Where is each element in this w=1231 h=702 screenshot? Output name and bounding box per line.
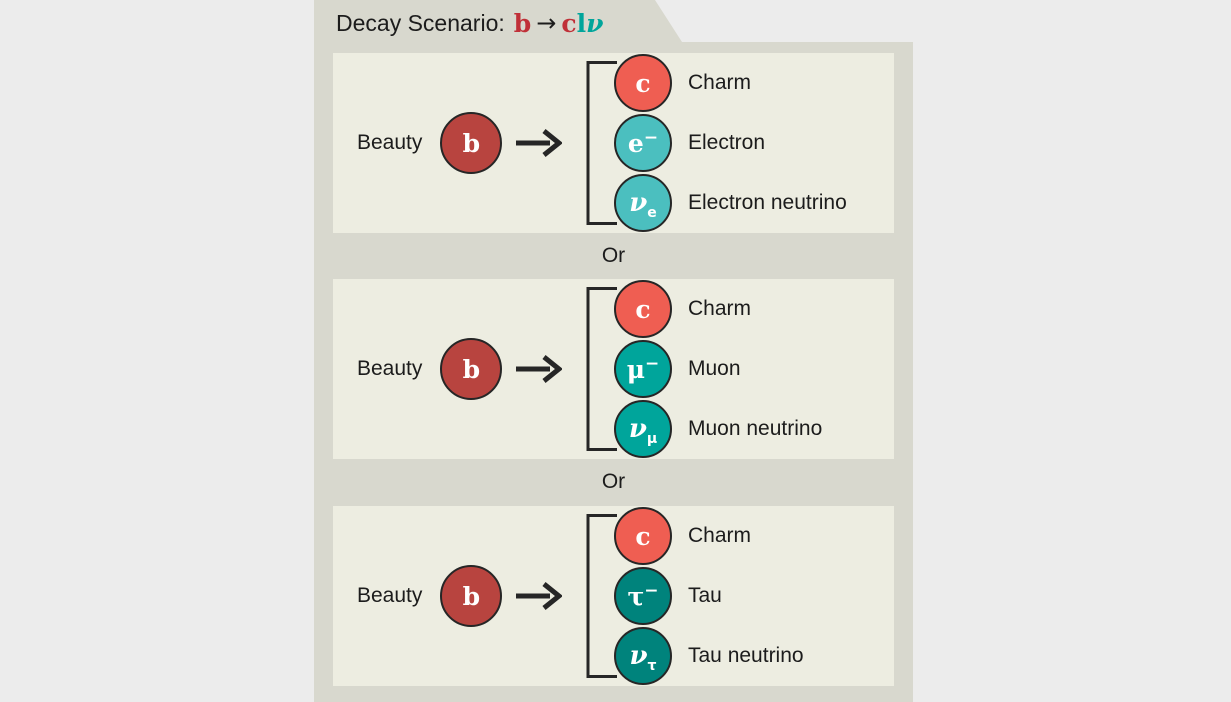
product-label: Charm <box>688 524 752 547</box>
product-particle-symbol: e− <box>627 127 659 158</box>
page-title: Decay Scenario: b → c l ν <box>336 4 603 42</box>
decay-products-list: c Charm e− Electron νe Electron neutrino <box>614 53 894 233</box>
decay-diagram-card: Decay Scenario: b → c l ν Beauty b c Cha… <box>314 0 913 702</box>
product-label: Electron neutrino <box>688 191 847 214</box>
parent-particle-group: Beauty b <box>333 506 583 686</box>
decay-products-list: c Charm τ− Tau ντ Tau neutrino <box>614 506 894 686</box>
parent-particle-group: Beauty b <box>333 53 583 233</box>
product-particle-symbol: τ− <box>627 580 659 611</box>
product-particle-symbol: c <box>635 68 651 98</box>
product-label: Electron <box>688 131 766 154</box>
parent-label: Beauty <box>357 584 423 607</box>
product-label: Charm <box>688 71 752 94</box>
product-row: c Charm <box>614 506 751 566</box>
scenario-panel: Beauty b c Charm <box>333 53 894 233</box>
parent-particle-circle: b <box>440 565 503 627</box>
product-label: Charm <box>688 297 752 320</box>
product-particle-circle: c <box>614 507 672 565</box>
scenario-panel: Beauty b c Charm <box>333 506 894 686</box>
product-row: νμ Muon neutrino <box>614 399 822 459</box>
equation-parent-symbol: b <box>513 8 532 38</box>
decay-arrow-icon <box>516 581 563 611</box>
or-separator: Or <box>601 244 626 267</box>
parent-particle-group: Beauty b <box>333 279 583 459</box>
product-particle-symbol: c <box>635 521 651 551</box>
decay-products-list: c Charm μ− Muon νμ Muon neutrino <box>614 279 894 459</box>
product-particle-circle: c <box>614 54 672 112</box>
equation-arrow-icon: → <box>536 9 557 37</box>
parent-particle-circle: b <box>440 338 503 400</box>
product-particle-circle: μ− <box>614 340 672 398</box>
parent-label: Beauty <box>357 357 423 380</box>
parent-label: Beauty <box>357 131 423 154</box>
equation-charm-symbol: c <box>561 8 577 38</box>
product-label: Muon <box>688 357 741 380</box>
product-row: νe Electron neutrino <box>614 173 847 233</box>
parent-particle-symbol: b <box>462 128 481 158</box>
product-particle-symbol: νe <box>629 188 657 221</box>
product-row: c Charm <box>614 53 751 113</box>
product-particle-symbol: νμ <box>628 414 658 447</box>
product-particle-circle: ντ <box>614 627 672 685</box>
product-particle-circle: c <box>614 280 672 338</box>
product-row: τ− Tau <box>614 566 722 626</box>
product-particle-symbol: μ− <box>626 353 660 384</box>
decay-arrow-icon <box>516 354 563 384</box>
product-label: Tau <box>688 584 722 607</box>
product-row: μ− Muon <box>614 339 741 399</box>
product-particle-circle: νμ <box>614 400 672 458</box>
scenario-panel: Beauty b c Charm <box>333 279 894 459</box>
title-prefix: Decay Scenario: <box>336 9 505 36</box>
product-row: e− Electron <box>614 113 765 173</box>
product-row: c Charm <box>614 279 751 339</box>
decay-arrow-icon <box>516 128 563 158</box>
product-particle-circle: τ− <box>614 567 672 625</box>
parent-particle-symbol: b <box>462 354 481 384</box>
product-particle-symbol: ντ <box>629 641 657 674</box>
product-particle-circle: νe <box>614 174 672 232</box>
decay-equation: b → c l ν <box>514 9 604 38</box>
product-label: Tau neutrino <box>688 644 804 667</box>
parent-particle-symbol: b <box>462 581 481 611</box>
equation-lepton-symbol: l <box>576 8 587 38</box>
product-particle-circle: e− <box>614 114 672 172</box>
product-label: Muon neutrino <box>688 417 823 440</box>
parent-particle-circle: b <box>440 112 503 174</box>
product-particle-symbol: c <box>635 294 651 324</box>
equation-neutrino-symbol: ν <box>586 8 604 38</box>
product-row: ντ Tau neutrino <box>614 626 804 686</box>
or-separator: Or <box>601 470 626 493</box>
